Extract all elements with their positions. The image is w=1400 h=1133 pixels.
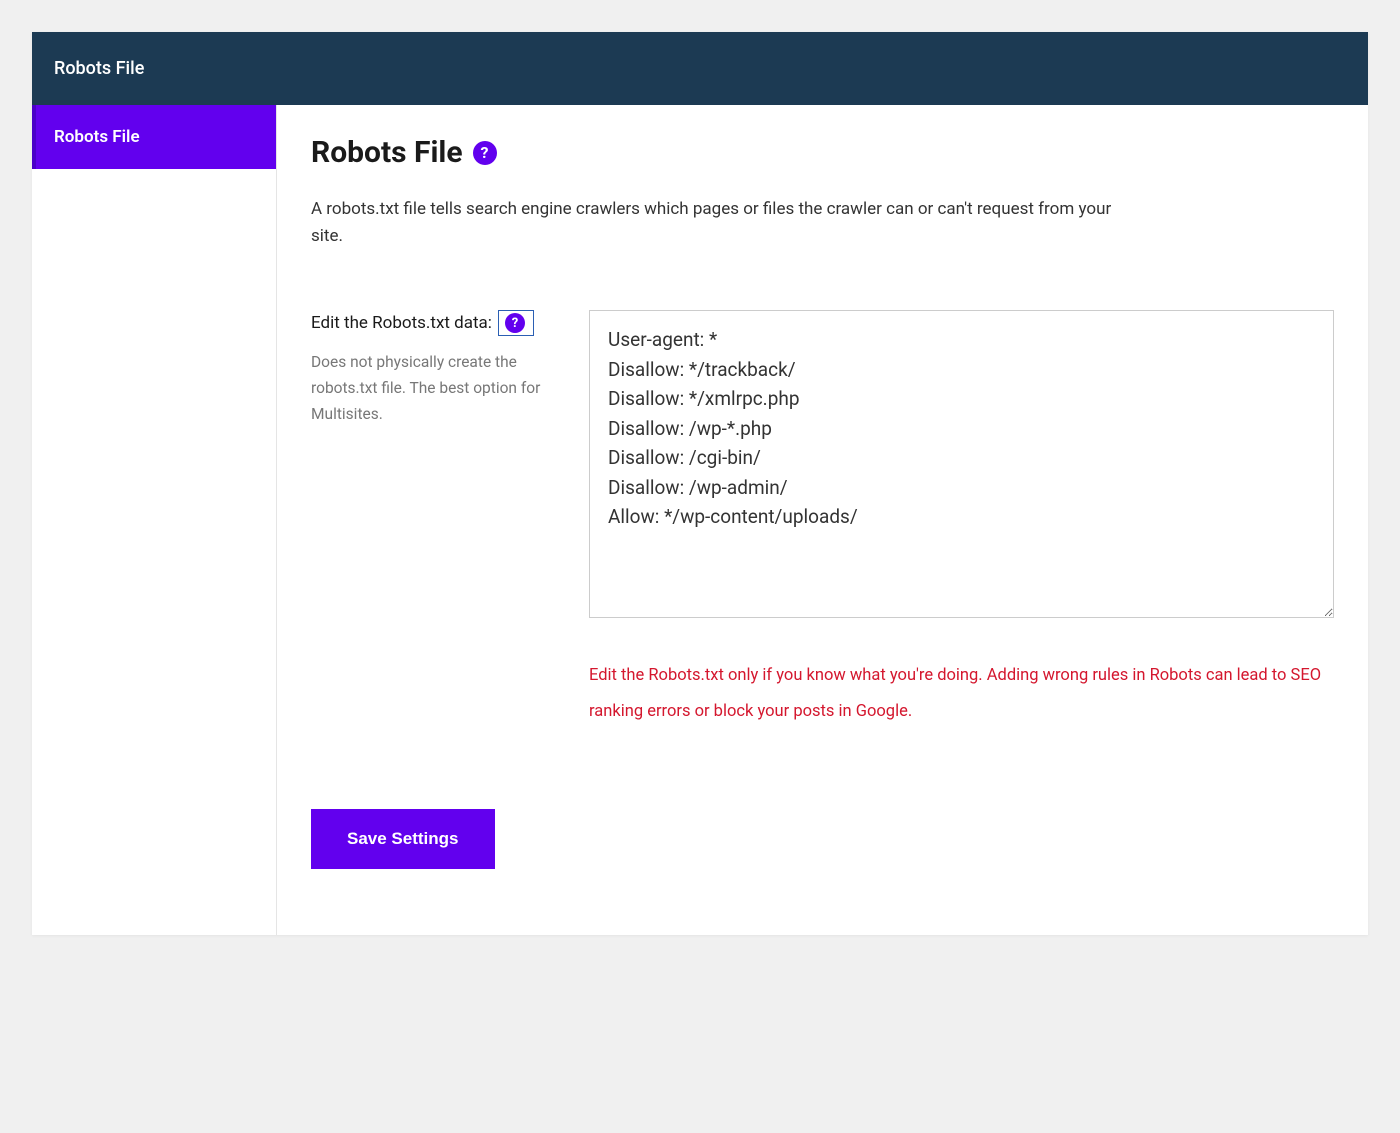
sidebar: Robots File — [32, 105, 277, 935]
help-icon[interactable]: ? — [473, 141, 497, 165]
panel-header-title: Robots File — [54, 58, 144, 79]
form-label-row: Edit the Robots.txt data: ? — [311, 310, 559, 336]
sidebar-item-robots-file[interactable]: Robots File — [32, 105, 276, 169]
form-row-robots: Edit the Robots.txt data: ? Does not phy… — [311, 310, 1334, 729]
form-input-column: Edit the Robots.txt only if you know wha… — [589, 310, 1334, 729]
page-title: Robots File — [311, 135, 463, 170]
save-settings-button[interactable]: Save Settings — [311, 809, 495, 869]
form-label-column: Edit the Robots.txt data: ? Does not phy… — [311, 310, 559, 427]
warning-text: Edit the Robots.txt only if you know wha… — [589, 658, 1334, 729]
settings-panel: Robots File Robots File Robots File ? A … — [32, 32, 1368, 935]
panel-body: Robots File Robots File ? A robots.txt f… — [32, 105, 1368, 935]
page-description: A robots.txt file tells search engine cr… — [311, 196, 1131, 250]
robots-textarea[interactable] — [589, 310, 1334, 618]
sidebar-item-label: Robots File — [54, 127, 140, 147]
page-title-row: Robots File ? — [311, 135, 1334, 170]
panel-header: Robots File — [32, 32, 1368, 105]
form-hint: Does not physically create the robots.tx… — [311, 350, 559, 427]
content-area: Robots File ? A robots.txt file tells se… — [277, 105, 1368, 935]
help-box[interactable]: ? — [498, 310, 534, 336]
actions-row: Save Settings — [311, 809, 1334, 869]
question-icon: ? — [505, 313, 525, 333]
form-label: Edit the Robots.txt data: — [311, 313, 492, 333]
